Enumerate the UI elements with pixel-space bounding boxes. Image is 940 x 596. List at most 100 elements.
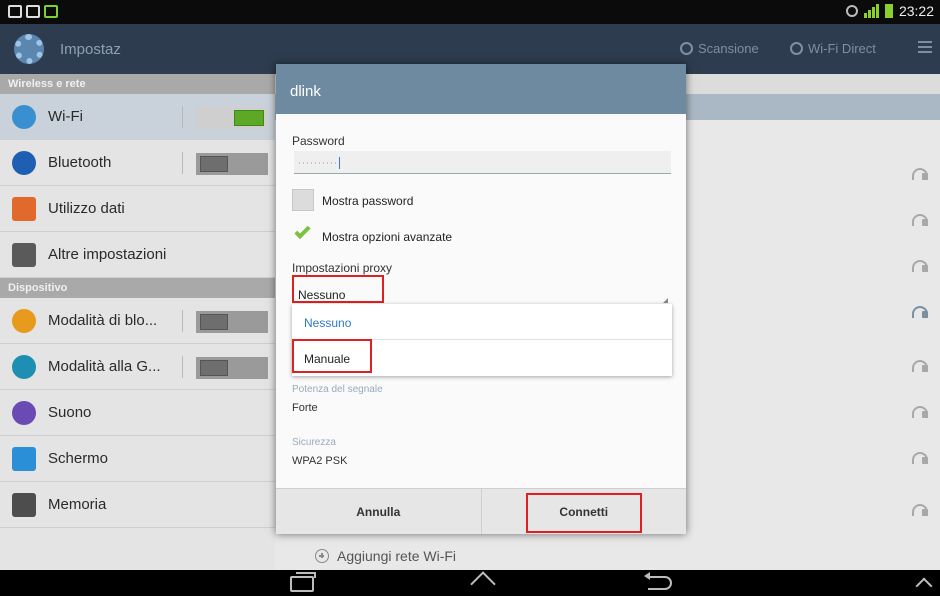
wifi-signal-icon bbox=[912, 214, 928, 226]
toggle-knob bbox=[200, 314, 228, 330]
screenshot-icon bbox=[26, 5, 40, 18]
dropdown-arrow-icon bbox=[663, 298, 668, 303]
storage-icon bbox=[12, 492, 36, 517]
sidebar-item-label: Schermo bbox=[48, 450, 109, 467]
wifi-signal-icon bbox=[912, 504, 928, 516]
sim-icon bbox=[8, 5, 22, 18]
sound-icon bbox=[12, 400, 36, 425]
dialog-title: dlink bbox=[276, 64, 686, 114]
sidebar-item-blocking-mode[interactable]: Modalità di blo... bbox=[0, 298, 275, 344]
sidebar-item-data-usage[interactable]: Utilizzo dati bbox=[0, 186, 275, 232]
wifi-signal-icon bbox=[912, 406, 928, 418]
bluetooth-toggle[interactable] bbox=[196, 153, 268, 175]
scan-label: Scansione bbox=[698, 41, 759, 56]
chevron-up-icon[interactable] bbox=[915, 577, 933, 595]
battery-charge-icon bbox=[44, 5, 58, 18]
password-value: ·········· bbox=[298, 157, 338, 168]
action-bar-title: Impostaz bbox=[60, 41, 121, 58]
sidebar-item-label: Suono bbox=[48, 404, 92, 421]
show-password-checkbox[interactable] bbox=[292, 189, 314, 211]
password-field[interactable]: ·········· bbox=[294, 151, 671, 174]
checkmark-icon bbox=[294, 222, 311, 240]
navigation-bar bbox=[0, 570, 940, 596]
toggle-knob bbox=[200, 360, 228, 376]
wifi-icon bbox=[12, 104, 36, 129]
proxy-option-none[interactable]: Nessuno bbox=[292, 304, 672, 340]
add-wifi-network-button[interactable]: Aggiungi rete Wi-Fi bbox=[315, 548, 456, 564]
security-value: WPA2 PSK bbox=[292, 455, 348, 467]
text-caret bbox=[338, 157, 340, 169]
notification-icons bbox=[8, 5, 58, 18]
sidebar-item-wifi[interactable]: Wi-Fi bbox=[0, 94, 275, 140]
sidebar-item-driving-mode[interactable]: Modalità alla G... bbox=[0, 344, 275, 390]
show-password-label: Mostra password bbox=[322, 194, 414, 208]
wifi-direct-label: Wi-Fi Direct bbox=[808, 41, 876, 56]
more-settings-icon bbox=[12, 242, 36, 267]
wifi-connect-dialog: dlink Password ·········· Mostra passwor… bbox=[276, 64, 686, 534]
password-label: Password bbox=[292, 134, 345, 148]
signal-strength-value: Forte bbox=[292, 402, 318, 414]
section-device: Dispositivo bbox=[0, 278, 275, 298]
overflow-menu-icon[interactable] bbox=[918, 41, 932, 55]
signal-icon bbox=[863, 4, 879, 18]
add-network-label: Aggiungi rete Wi-Fi bbox=[337, 548, 457, 564]
show-advanced-checkbox[interactable] bbox=[292, 222, 314, 247]
sidebar-item-more-settings[interactable]: Altre impostazioni bbox=[0, 232, 275, 278]
battery-icon bbox=[884, 4, 893, 18]
scan-button[interactable]: Scansione bbox=[680, 41, 759, 56]
cancel-button[interactable]: Annulla bbox=[276, 489, 482, 534]
wifi-direct-icon bbox=[790, 42, 803, 55]
data-usage-icon bbox=[12, 196, 36, 221]
wifi-signal-icon bbox=[912, 360, 928, 372]
settings-gear-icon[interactable] bbox=[14, 34, 44, 64]
security-label: Sicurezza bbox=[292, 437, 336, 448]
back-icon[interactable] bbox=[644, 572, 672, 590]
toggle-knob bbox=[200, 156, 228, 172]
wifi-direct-button[interactable]: Wi-Fi Direct bbox=[790, 41, 876, 56]
status-bar: 23:22 bbox=[0, 0, 940, 24]
toggle-knob bbox=[234, 110, 264, 126]
add-icon bbox=[315, 549, 329, 563]
wifi-signal-icon bbox=[912, 306, 928, 318]
driving-mode-icon bbox=[12, 354, 36, 379]
screen: 23:22 Impostaz Scansione Wi-Fi Direct Wi… bbox=[0, 0, 940, 596]
highlight-box-manual bbox=[292, 339, 372, 373]
sidebar-item-display[interactable]: Schermo bbox=[0, 436, 275, 482]
settings-categories: Wireless e rete Wi-Fi Bluetooth Utilizzo… bbox=[0, 74, 275, 570]
clock: 23:22 bbox=[898, 3, 934, 19]
sidebar-item-bluetooth[interactable]: Bluetooth bbox=[0, 140, 275, 186]
sidebar-item-label: Memoria bbox=[48, 496, 107, 513]
wifi-signal-icon bbox=[912, 452, 928, 464]
divider bbox=[182, 310, 183, 332]
recent-apps-icon[interactable] bbox=[290, 572, 316, 592]
signal-strength-label: Potenza del segnale bbox=[292, 384, 383, 395]
wifi-signal-icon bbox=[912, 168, 928, 180]
sidebar-item-label: Modalità di blo... bbox=[48, 312, 158, 329]
driving-mode-toggle[interactable] bbox=[196, 357, 268, 379]
display-icon bbox=[12, 446, 36, 471]
divider bbox=[182, 152, 183, 174]
divider bbox=[182, 356, 183, 378]
status-right: 23:22 bbox=[845, 3, 934, 19]
sidebar-item-label: Bluetooth bbox=[48, 154, 112, 171]
show-advanced-label: Mostra opzioni avanzate bbox=[322, 230, 453, 244]
sidebar-item-sound[interactable]: Suono bbox=[0, 390, 275, 436]
bluetooth-icon bbox=[12, 150, 36, 175]
sidebar-item-label: Utilizzo dati bbox=[48, 200, 125, 217]
blocking-mode-icon bbox=[12, 308, 36, 333]
sidebar-item-label: Wi-Fi bbox=[48, 108, 83, 125]
proxy-label: Impostazioni proxy bbox=[292, 261, 393, 275]
sidebar-item-label: Altre impostazioni bbox=[48, 246, 167, 263]
section-wireless: Wireless e rete bbox=[0, 74, 275, 94]
highlight-box-connect bbox=[526, 493, 642, 533]
highlight-box-proxy bbox=[292, 275, 384, 303]
alarm-icon bbox=[845, 5, 858, 17]
home-icon[interactable] bbox=[470, 574, 496, 592]
sidebar-item-storage[interactable]: Memoria bbox=[0, 482, 275, 528]
wifi-toggle[interactable] bbox=[196, 107, 268, 129]
scan-icon bbox=[680, 42, 693, 55]
wifi-signal-icon bbox=[912, 260, 928, 272]
divider bbox=[182, 106, 183, 128]
blocking-mode-toggle[interactable] bbox=[196, 311, 268, 333]
sidebar-item-label: Modalità alla G... bbox=[48, 358, 161, 375]
